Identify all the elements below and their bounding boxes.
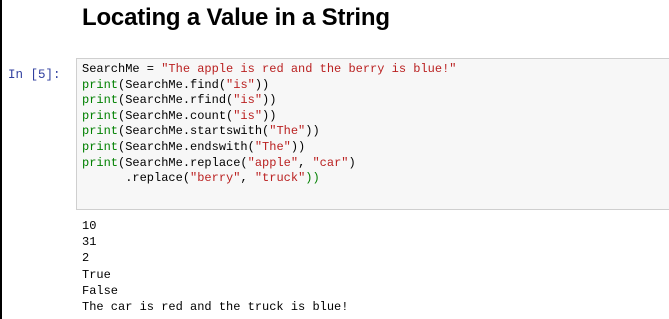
code-line: print(SearchMe.endswith("The"))	[82, 140, 456, 156]
code-token: ))	[262, 108, 277, 123]
output-line: 31	[82, 235, 97, 250]
string-token: "berry"	[190, 171, 241, 186]
string-token: "The"	[269, 124, 306, 139]
string-token: "is"	[233, 93, 263, 108]
output-line: 10	[82, 219, 97, 233]
left-border	[0, 0, 2, 319]
code-token: ))	[305, 124, 320, 139]
code-line: SearchMe = "The apple is red and the ber…	[82, 62, 456, 78]
code-line: print(SearchMe.find("is"))	[82, 78, 456, 94]
code-token: SearchMe =	[82, 62, 162, 76]
string-token: "is"	[233, 108, 263, 123]
code-token: (SearchMe.find(	[118, 77, 227, 92]
builtin-token: print	[82, 77, 119, 92]
code-token: (SearchMe.count(	[118, 108, 234, 123]
string-token: "The"	[254, 139, 291, 154]
input-prompt: In [5]:	[8, 68, 61, 82]
builtin-token: print	[82, 139, 119, 154]
page-title: Locating a Value in a String	[82, 4, 390, 31]
builtin-token: print	[82, 124, 119, 139]
code-token: ))	[254, 77, 270, 92]
code-token: ))	[290, 139, 306, 154]
code-token: (SearchMe.rfind(	[118, 93, 234, 108]
string-token: "is"	[226, 77, 255, 92]
code-token: (SearchMe.endswith(	[118, 139, 255, 154]
output-line: 2	[82, 251, 90, 266]
builtin-token: print	[82, 93, 119, 108]
code-line: print(SearchMe.startswith("The"))	[82, 124, 456, 140]
code-line: print(SearchMe.count("is"))	[82, 109, 456, 125]
code-line: .replace("berry", "truck"))	[82, 171, 456, 187]
code-token: ))	[262, 93, 277, 108]
code-token: ,	[240, 171, 255, 186]
code-token: )	[348, 155, 356, 170]
string-token: "truck"	[254, 171, 306, 186]
builtin-token: print	[82, 108, 119, 123]
builtin-token: print	[82, 155, 119, 170]
cell-output: 10 31 2 True False The car is red and the tru…	[82, 218, 348, 315]
string-token: "The apple is red and the berry is blue!…	[161, 62, 457, 76]
code-line: print(SearchMe.rfind("is"))	[82, 93, 456, 109]
string-token: "apple"	[247, 155, 299, 170]
code-token: (SearchMe.startswith(	[118, 124, 270, 139]
builtin-token: ))	[305, 171, 320, 186]
string-token: "car"	[312, 155, 349, 170]
output-line: The car is red and the truck is blue!	[82, 299, 349, 314]
code-token: .replace(	[82, 171, 191, 186]
output-line: True	[82, 267, 111, 282]
output-line: False	[82, 283, 119, 298]
code-line: print(SearchMe.replace("apple", "car")	[82, 156, 456, 172]
code-editor[interactable]: SearchMe = "The apple is red and the ber…	[82, 62, 456, 187]
code-token: (SearchMe.replace(	[118, 155, 248, 170]
code-token: ,	[298, 155, 313, 170]
